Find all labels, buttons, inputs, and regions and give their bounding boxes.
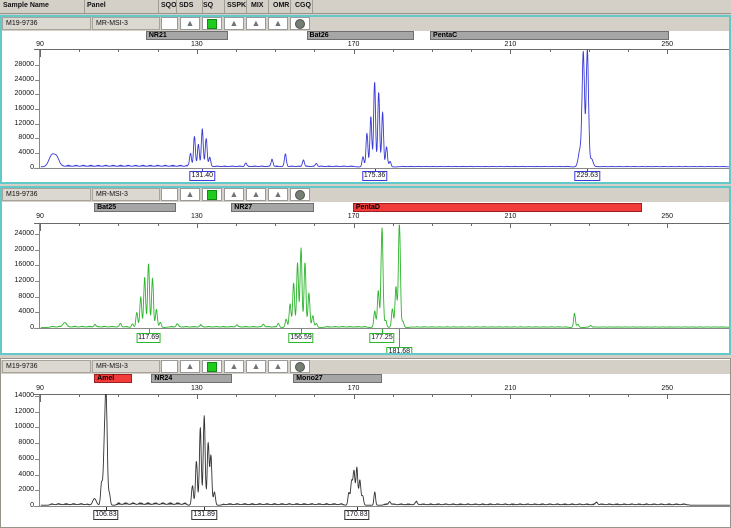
trace-plot-area[interactable] bbox=[0, 15, 731, 184]
peak-size-label[interactable]: 131.40 bbox=[190, 171, 215, 181]
column-header-sqo: SQO bbox=[161, 2, 177, 9]
column-separator bbox=[84, 0, 85, 13]
column-header-mix: MIX bbox=[251, 2, 263, 9]
trace-line bbox=[41, 225, 730, 327]
column-separator bbox=[268, 0, 269, 13]
peak-size-label[interactable]: 181.68 bbox=[387, 347, 412, 355]
trace-line bbox=[41, 395, 730, 506]
column-separator bbox=[176, 0, 177, 13]
column-header-panel: Panel bbox=[87, 2, 106, 9]
peak-size-label[interactable]: 117.69 bbox=[136, 333, 161, 343]
column-separator bbox=[158, 0, 159, 13]
column-header-cgq: CGQ bbox=[295, 2, 311, 9]
peak-size-label[interactable]: 156.59 bbox=[288, 333, 313, 343]
trace-line bbox=[41, 50, 730, 167]
peak-label-leader bbox=[399, 329, 400, 347]
column-separator bbox=[290, 0, 291, 13]
column-separator bbox=[224, 0, 225, 13]
peak-size-label[interactable]: 177.25 bbox=[369, 333, 394, 343]
peak-size-label[interactable]: 170.83 bbox=[344, 510, 369, 520]
peak-size-label[interactable]: 229.63 bbox=[575, 171, 600, 181]
peak-size-label[interactable]: 175.36 bbox=[362, 171, 387, 181]
electropherogram-panel-1: M19-9736MR-MSI-3▲▲▲▲NR21Bat26PentaC90130… bbox=[0, 15, 731, 184]
peak-size-label[interactable]: 131.89 bbox=[191, 510, 216, 520]
trace-plot-area[interactable] bbox=[0, 186, 731, 355]
peak-size-label[interactable]: 106.83 bbox=[93, 510, 118, 520]
fragment-analysis-window: Sample Name Panel SQOSDS SQ SSPK MIX OMR CGQ M19… bbox=[0, 0, 731, 528]
column-separator bbox=[312, 0, 313, 13]
table-header-row: Sample Name Panel SQOSDS SQ SSPK MIX OMR CGQ bbox=[0, 0, 731, 14]
column-header-sample-name: Sample Name bbox=[3, 2, 49, 9]
column-separator bbox=[246, 0, 247, 13]
column-header-sds: SDS bbox=[179, 2, 193, 9]
trace-plot-area[interactable] bbox=[0, 358, 731, 528]
column-header-omr: OMR bbox=[273, 2, 289, 9]
electropherogram-panel-2: M19-9736MR-MSI-3▲▲▲▲Bat25NR27PentaD90130… bbox=[0, 186, 731, 355]
column-header-sq: SQ bbox=[203, 2, 213, 9]
column-separator bbox=[202, 0, 203, 13]
electropherogram-panel-3: M19-9736MR-MSI-3▲▲▲▲AmelNR24Mono27901301… bbox=[0, 358, 731, 528]
column-header-sspk: SSPK bbox=[227, 2, 246, 9]
